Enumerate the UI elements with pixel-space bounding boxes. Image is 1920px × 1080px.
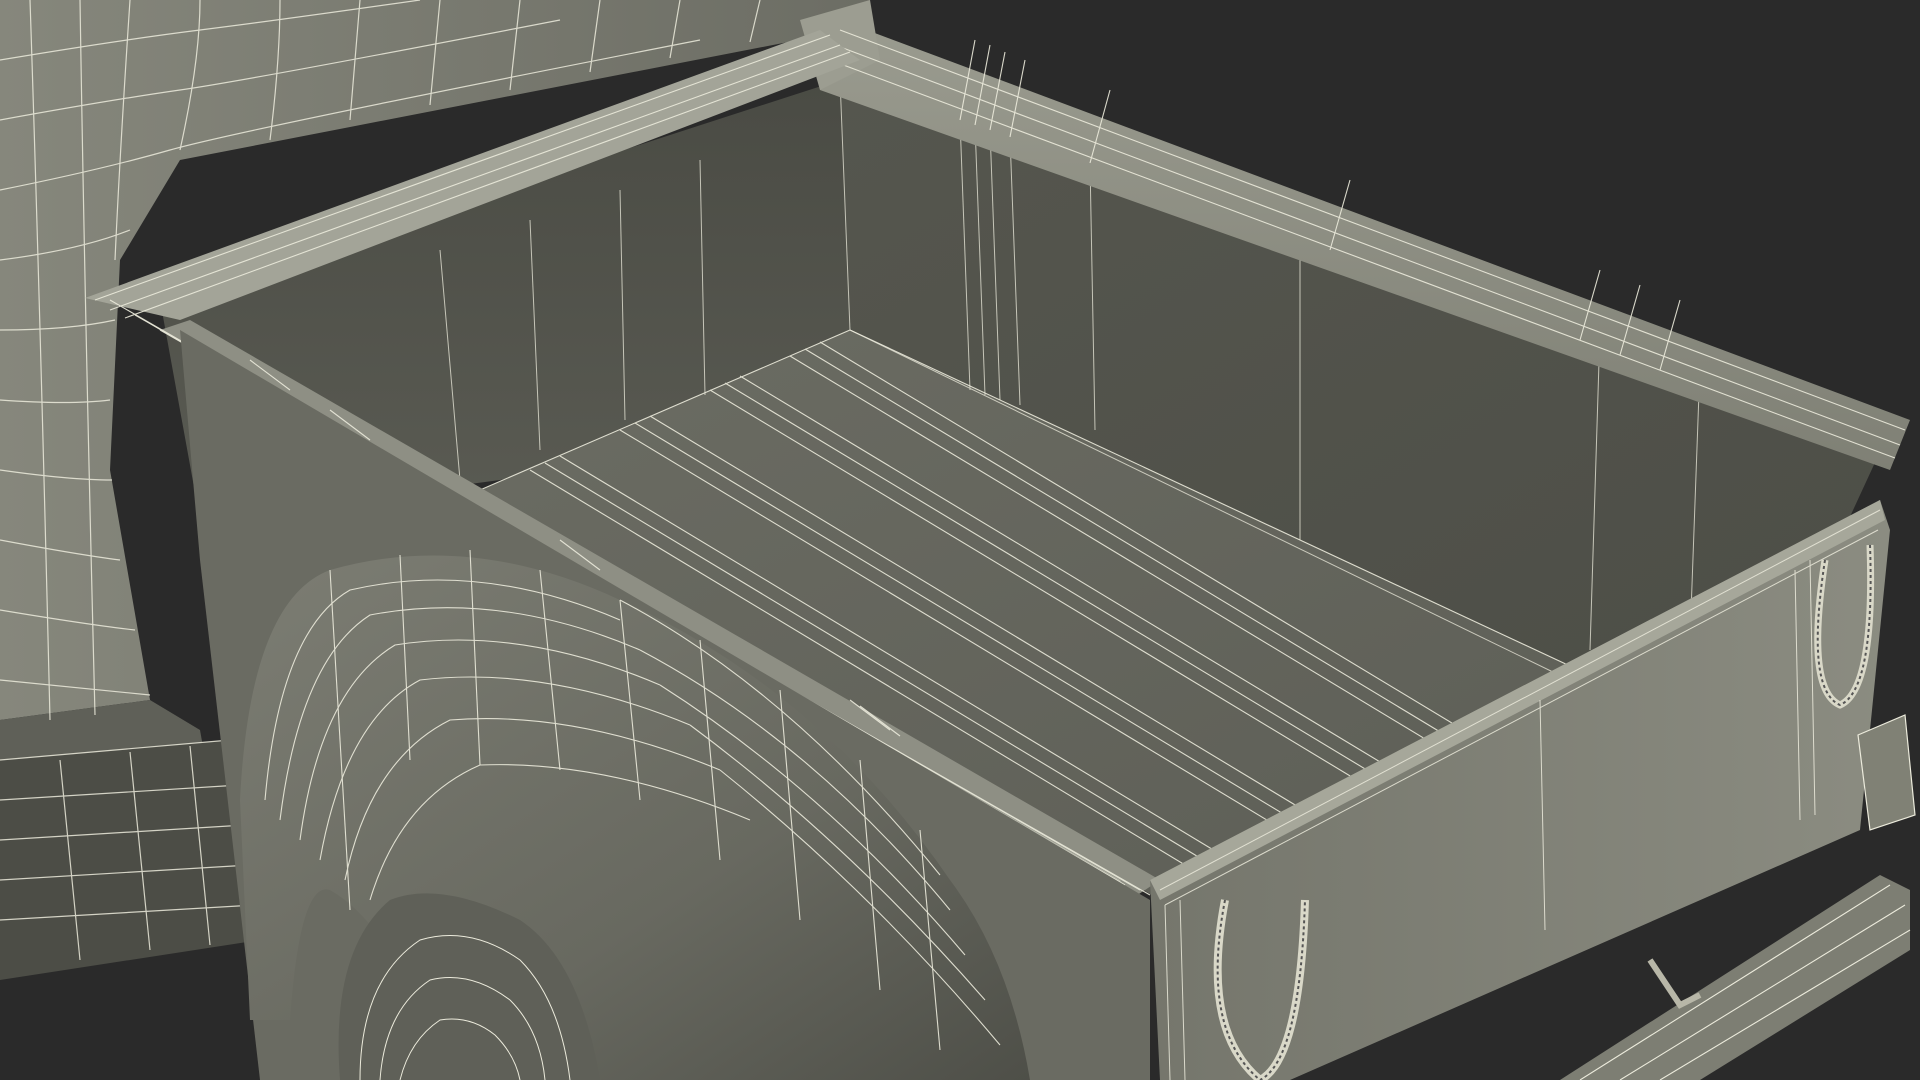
tail-light: [1857, 714, 1916, 831]
render-viewport: [0, 0, 1920, 1080]
truck-bed-render: [0, 0, 1916, 1080]
